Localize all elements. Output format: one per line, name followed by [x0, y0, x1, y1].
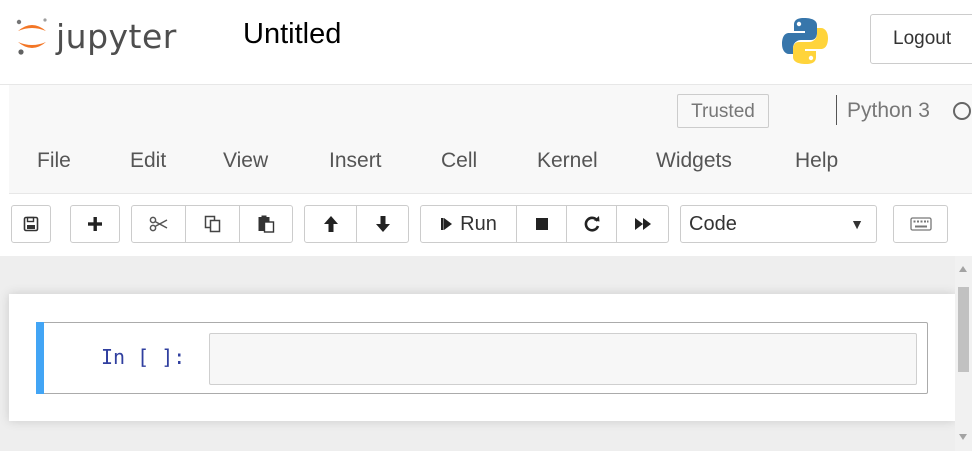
- step-forward-icon: [441, 218, 453, 230]
- save-icon: [23, 216, 39, 232]
- copy-icon: [204, 215, 220, 233]
- menu-help[interactable]: Help: [795, 149, 838, 173]
- run-button[interactable]: Run: [421, 206, 517, 242]
- logout-button[interactable]: Logout: [870, 14, 972, 64]
- save-button[interactable]: [12, 206, 50, 242]
- cut-icon: [149, 216, 167, 232]
- jupyter-logo-icon: [16, 18, 47, 55]
- plus-icon: [88, 217, 102, 231]
- trusted-badge[interactable]: Trusted: [677, 94, 769, 128]
- notebook-container: In [ ]:: [9, 294, 955, 421]
- menu-edit[interactable]: Edit: [130, 149, 166, 173]
- cell-selected-indicator: [36, 322, 44, 394]
- chevron-down-icon: ▼: [850, 216, 864, 232]
- toolbar: Run Code ▼: [0, 194, 972, 256]
- toolbar-group-insert: [70, 205, 120, 243]
- logo-text: jupyter: [56, 16, 177, 56]
- move-down-button[interactable]: [357, 206, 408, 242]
- copy-button[interactable]: [186, 206, 240, 242]
- kernel-divider: [836, 95, 837, 125]
- scroll-down-icon[interactable]: [959, 434, 967, 440]
- menu-widgets[interactable]: Widgets: [656, 149, 732, 173]
- jupyter-logo[interactable]: jupyter: [14, 12, 177, 60]
- arrow-up-icon: [323, 216, 338, 232]
- fast-forward-icon: [634, 218, 651, 230]
- python-logo-icon: [782, 18, 828, 64]
- interrupt-button[interactable]: [517, 206, 567, 242]
- toolbar-group-run: Run: [420, 205, 669, 243]
- scrollbar[interactable]: [955, 256, 972, 451]
- menu-insert[interactable]: Insert: [329, 149, 382, 173]
- restart-button[interactable]: [567, 206, 617, 242]
- keyboard-icon: [909, 217, 932, 231]
- move-up-button[interactable]: [305, 206, 357, 242]
- input-prompt: In [ ]:: [101, 345, 186, 369]
- cut-button[interactable]: [132, 206, 186, 242]
- command-palette-button[interactable]: [893, 205, 948, 243]
- menubar-container: Trusted Python 3 File Edit View Insert C…: [9, 85, 972, 194]
- toolbar-group-clipboard: [131, 205, 293, 243]
- code-cell[interactable]: In [ ]:: [36, 322, 928, 394]
- paste-button[interactable]: [240, 206, 292, 242]
- toolbar-group-save: [11, 205, 51, 243]
- stop-icon: [535, 218, 548, 230]
- header: jupyter Untitled Logout: [0, 0, 972, 85]
- kernel-name[interactable]: Python 3: [847, 99, 930, 123]
- kernel-idle-icon: [953, 102, 971, 120]
- menubar: File Edit View Insert Cell Kernel Widget…: [9, 149, 972, 179]
- run-label: Run: [460, 212, 497, 235]
- insert-cell-button[interactable]: [71, 206, 119, 242]
- menu-kernel[interactable]: Kernel: [537, 149, 598, 173]
- restart-icon: [584, 216, 599, 232]
- notebook-title[interactable]: Untitled: [243, 18, 341, 51]
- cell-type-select[interactable]: Code ▼: [680, 205, 877, 243]
- menu-view[interactable]: View: [223, 149, 268, 173]
- paste-icon: [258, 215, 275, 233]
- cell-type-value: Code: [689, 213, 737, 235]
- scrollbar-thumb[interactable]: [958, 287, 969, 372]
- notebook-site: In [ ]:: [0, 256, 972, 451]
- toolbar-group-move: [304, 205, 409, 243]
- scroll-up-icon[interactable]: [959, 266, 967, 272]
- menu-file[interactable]: File: [37, 149, 71, 173]
- run-all-button[interactable]: [617, 206, 668, 242]
- menu-cell[interactable]: Cell: [441, 149, 477, 173]
- code-input[interactable]: [209, 333, 917, 385]
- arrow-down-icon: [375, 216, 390, 232]
